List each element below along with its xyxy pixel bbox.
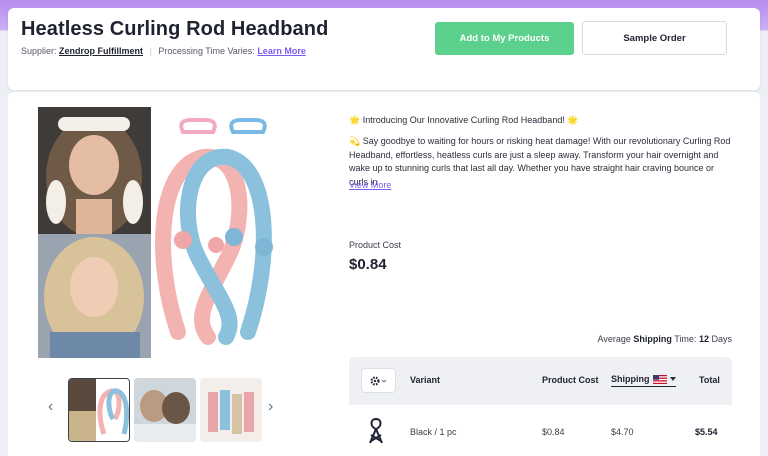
- variant-product-cost: $0.84: [542, 427, 565, 437]
- variant-thumbnail: [369, 417, 383, 444]
- shipping-days: 12: [698, 334, 709, 344]
- shipping-prefix: Average: [597, 334, 631, 344]
- chevron-down-icon: [669, 377, 676, 381]
- gear-icon: [369, 375, 386, 386]
- thumbnail-3[interactable]: [200, 378, 262, 442]
- supplier-meta: Supplier: Zendrop Fulfillment | Processi…: [21, 46, 306, 56]
- settings-dropdown-button[interactable]: [361, 368, 396, 393]
- meta-separator: |: [149, 46, 152, 56]
- product-cost-label: Product Cost: [349, 240, 402, 250]
- thumbnail-2[interactable]: [134, 378, 196, 442]
- chevron-left-icon[interactable]: ‹: [48, 398, 53, 416]
- variant-table-header: Variant Product Cost Shipping Total: [349, 357, 732, 405]
- main-product-image[interactable]: [38, 107, 296, 358]
- variant-total: $5.54: [695, 427, 718, 437]
- shipping-mid: Time:: [674, 334, 697, 344]
- supplier-link[interactable]: Zendrop Fulfillment: [59, 46, 143, 56]
- product-cost-value: $0.84: [349, 256, 387, 273]
- shipping-suffix: Days: [711, 334, 732, 344]
- page-title: Heatless Curling Rod Headband: [21, 18, 329, 40]
- view-more-link[interactable]: View More: [349, 180, 391, 190]
- shipping-header-label: Shipping: [611, 374, 650, 384]
- image-thumbnails: ‹ ›: [46, 378, 286, 442]
- product-description: 🌟 Introducing Our Innovative Curling Rod…: [349, 114, 733, 189]
- variant-name: Black / 1 pc: [410, 427, 457, 437]
- learn-more-link[interactable]: Learn More: [257, 46, 306, 56]
- table-row[interactable]: Black / 1 pc $0.84 $4.70 $5.54: [349, 405, 732, 456]
- description-body: 💫 Say goodbye to waiting for hours or ri…: [349, 136, 731, 187]
- column-header-variant: Variant: [410, 375, 441, 385]
- shipping-strong: Shipping: [633, 334, 672, 344]
- thumbnail-1[interactable]: [68, 378, 130, 442]
- sample-order-button[interactable]: Sample Order: [582, 21, 727, 55]
- processing-label: Processing Time Varies:: [158, 46, 255, 56]
- column-header-total: Total: [699, 375, 720, 385]
- average-shipping-time: Average Shipping Time: 12 Days: [598, 334, 732, 344]
- column-header-shipping[interactable]: Shipping: [611, 374, 676, 387]
- chevron-right-icon[interactable]: ›: [268, 398, 273, 416]
- add-to-my-products-button[interactable]: Add to My Products: [435, 22, 574, 55]
- description-intro: 🌟 Introducing Our Innovative Curling Rod…: [349, 115, 579, 125]
- us-flag-icon: [652, 374, 667, 384]
- supplier-label: Supplier:: [21, 46, 57, 56]
- variant-shipping-cost: $4.70: [611, 427, 634, 437]
- column-header-product-cost: Product Cost: [542, 375, 599, 385]
